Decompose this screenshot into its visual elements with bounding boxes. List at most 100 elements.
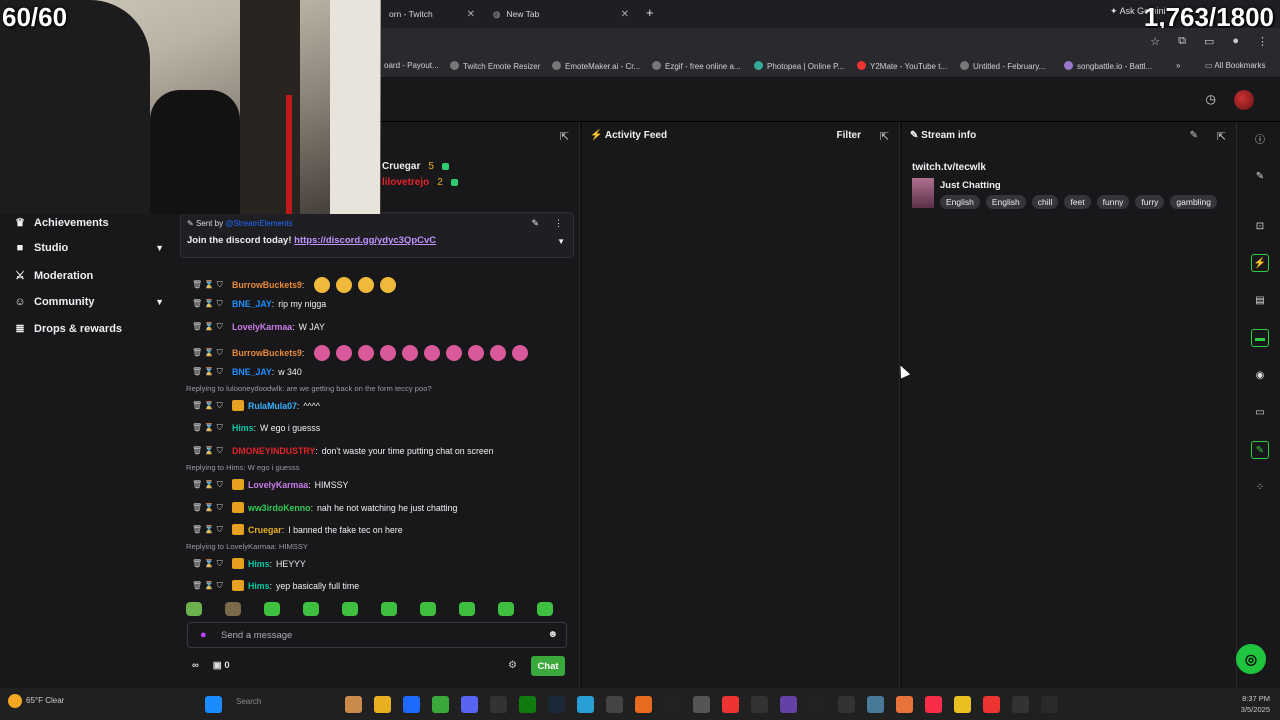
tab-new-tab[interactable]: ◍ New Tab ✕ <box>485 4 635 24</box>
mod-actions[interactable]: 🗑 ⌛ ⛉ <box>192 525 228 535</box>
emote-icon[interactable] <box>402 345 419 361</box>
profile-icon[interactable]: ● <box>1232 35 1239 48</box>
emote-icon[interactable] <box>420 602 436 616</box>
chat-message[interactable]: 🗑 ⌛ ⛉ Hims: HEYYY <box>192 558 306 569</box>
emote-icon[interactable] <box>381 602 397 616</box>
app-icon[interactable] <box>635 696 652 713</box>
emote-icon[interactable] <box>342 602 358 616</box>
bookmark-item[interactable]: Twitch Emote Resizer <box>450 61 540 71</box>
mod-actions[interactable]: 🗑 ⌛ ⛉ <box>192 322 228 332</box>
chat-message[interactable]: 🗑 ⌛ ⛉ BurrowBuckets9: <box>192 277 397 293</box>
mod-actions[interactable]: 🗑 ⌛ ⛉ <box>192 423 228 433</box>
emoji-icon[interactable]: ☻ <box>547 629 558 640</box>
cast-icon[interactable]: ▭ <box>1204 35 1214 48</box>
reply-context[interactable]: Replying to LovelyKarmaa: HIMSSY <box>186 542 308 551</box>
avatar[interactable] <box>1234 90 1254 110</box>
bookmark-item[interactable]: Y2Mate - YouTube t... <box>857 61 947 71</box>
mod-actions[interactable]: 🗑 ⌛ ⛉ <box>192 559 228 569</box>
chat-message[interactable]: 🗑 ⌛ ⛉ BNE_JAY: rip my nigga <box>192 299 326 309</box>
tag[interactable]: funny <box>1096 195 1130 209</box>
sidebar-item-community[interactable]: ☺ Community ▼ <box>14 296 164 308</box>
discord-icon[interactable] <box>461 696 478 713</box>
app-icon[interactable] <box>490 696 507 713</box>
discord-link[interactable]: https://discord.gg/ydyc3QpCvC <box>294 235 436 246</box>
filter-button[interactable]: Filter <box>837 130 861 141</box>
star-icon[interactable]: ☆ <box>1150 35 1160 48</box>
bookmark-item[interactable]: Untitled - February... <box>960 61 1045 71</box>
emote-icon[interactable] <box>498 602 514 616</box>
app-icon[interactable] <box>345 696 362 713</box>
chat-username[interactable]: RulaMula07 <box>248 401 297 411</box>
emote-icon[interactable] <box>380 345 397 361</box>
chat-username[interactable]: Hims <box>248 559 270 569</box>
chat-username[interactable]: BurrowBuckets9 <box>232 348 302 358</box>
emote-icon[interactable] <box>459 602 475 616</box>
chat-message[interactable]: 🗑 ⌛ ⛉ DMONEYINDUSTRY: don't waste your tim… <box>192 446 494 456</box>
chrome-icon[interactable] <box>432 696 449 713</box>
tag[interactable]: gambling <box>1170 195 1217 209</box>
emote-icon[interactable] <box>303 602 319 616</box>
extensions-icon[interactable]: ⧉ <box>1178 35 1186 48</box>
taskbar-search[interactable]: Search <box>236 697 261 706</box>
close-icon[interactable]: ✕ <box>467 9 475 20</box>
pin-icon[interactable]: ✎ <box>531 218 539 229</box>
weather-widget[interactable]: 65°F Clear <box>8 694 64 708</box>
mod-actions[interactable]: 🗑 ⌛ ⛉ <box>192 480 228 490</box>
bookmark-item[interactable]: Photopea | Online P... <box>754 61 844 71</box>
xbox-icon[interactable] <box>519 696 536 713</box>
chat-message[interactable]: 🗑 ⌛ ⛉ LovelyKarmaa: W JAY <box>192 322 325 332</box>
pinned-message[interactable]: ✎ Sent by @StreamElements Join the disco… <box>180 212 574 258</box>
chat-username[interactable]: BNE_JAY <box>232 367 272 377</box>
chat-message[interactable]: 🗑 ⌛ ⛉ BurrowBuckets9: <box>192 345 529 361</box>
notifications-icon[interactable]: ◷ <box>1206 92 1216 106</box>
app-icon[interactable] <box>809 696 826 713</box>
tag[interactable]: feet <box>1064 195 1091 209</box>
people-icon[interactable]: ⁘ <box>1251 479 1269 497</box>
tag[interactable]: chill <box>1031 195 1059 209</box>
emote-icon[interactable] <box>468 345 485 361</box>
close-icon[interactable]: ✕ <box>621 9 629 20</box>
gear-icon[interactable]: ⚙ <box>508 660 517 671</box>
app-icon[interactable] <box>838 696 855 713</box>
music-icon[interactable] <box>925 696 942 713</box>
chat-username[interactable]: LovelyKarmaa <box>248 480 308 490</box>
more-options-icon[interactable]: ⋮ <box>554 218 563 229</box>
chat-username[interactable]: Cruegar <box>248 525 282 535</box>
monitor-icon[interactable]: ▭ <box>1251 404 1269 422</box>
chat-message[interactable]: 🗑 ⌛ ⛉ BNE_JAY: w 340 <box>192 367 302 377</box>
app-icon[interactable] <box>403 696 420 713</box>
wrench-icon[interactable]: ✎ <box>1251 441 1269 459</box>
hype-chat-icon[interactable]: ∞ <box>192 660 199 671</box>
tag[interactable]: furry <box>1135 195 1165 209</box>
app-icon[interactable] <box>751 696 768 713</box>
windows-start-icon[interactable] <box>205 696 222 713</box>
chat-message[interactable]: 🗑 ⌛ ⛉ LovelyKarmaa: HIMSSY <box>192 479 348 490</box>
popout-icon[interactable]: ⇱ <box>1217 130 1226 143</box>
emote-icon[interactable] <box>336 277 353 293</box>
pencil-icon[interactable]: ✎ <box>1251 168 1269 186</box>
chat-username[interactable]: Hims <box>232 423 254 433</box>
app-icon[interactable] <box>1041 696 1058 713</box>
mod-actions[interactable]: 🗑 ⌛ ⛉ <box>192 367 228 377</box>
chat-username[interactable]: BurrowBuckets9 <box>232 280 302 290</box>
steam-icon[interactable] <box>548 696 565 713</box>
sidebar-item-achievements[interactable]: ♛ Achievements <box>14 216 164 230</box>
chat-input[interactable]: ● Send a message ☻ <box>187 622 567 648</box>
clip-icon[interactable]: ⊡ <box>1251 218 1269 236</box>
emote-icon[interactable] <box>186 602 202 616</box>
app-icon[interactable] <box>722 696 739 713</box>
app-icon[interactable] <box>780 696 797 713</box>
tag[interactable]: English <box>940 195 980 209</box>
broadcast-icon[interactable]: ◉ <box>1251 367 1269 385</box>
emote-icon[interactable] <box>314 345 331 361</box>
all-bookmarks[interactable]: ▭ All Bookmarks <box>1205 61 1265 70</box>
chat-message[interactable]: 🗑 ⌛ ⛉ Cruegar: I banned the fake tec on he… <box>192 524 403 535</box>
emote-icon[interactable] <box>380 277 397 293</box>
bookmark-item[interactable]: EmoteMaker.ai - Cr... <box>552 61 640 71</box>
reply-context[interactable]: Replying to Hims: W ego i guesss <box>186 463 300 472</box>
chat-message[interactable]: 🗑 ⌛ ⛉ RulaMula07: ^^^^ <box>192 400 320 411</box>
mod-actions[interactable]: 🗑 ⌛ ⛉ <box>192 280 228 290</box>
emote-icon[interactable] <box>424 345 441 361</box>
app-icon[interactable] <box>896 696 913 713</box>
system-clock[interactable]: 8:37 PM 3/5/2025 <box>1241 693 1270 715</box>
